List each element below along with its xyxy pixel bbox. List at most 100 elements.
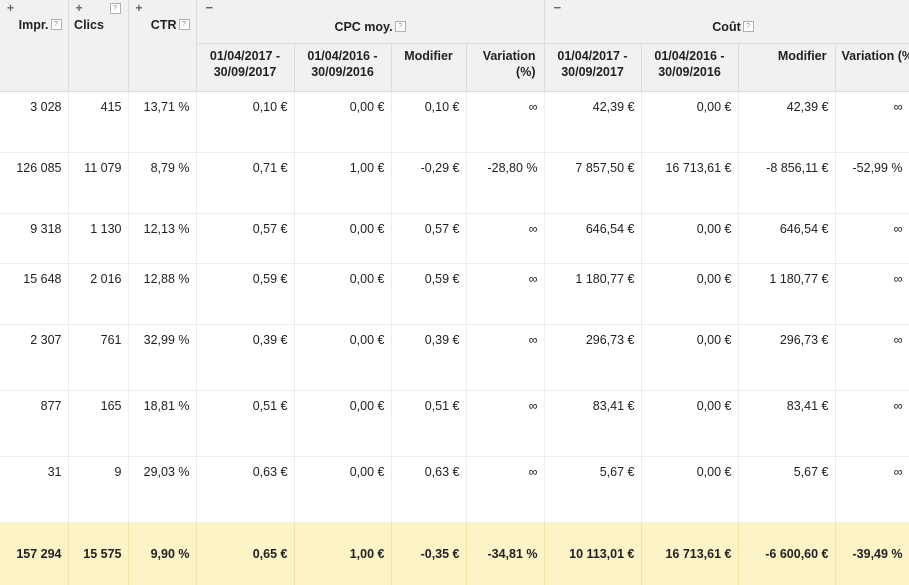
total-cout-variation: -39,49 % xyxy=(835,522,909,585)
cell-cout-modifier: 296,73 € xyxy=(738,324,836,391)
cell-cpc-variation: ∞ xyxy=(466,456,545,523)
total-cpc-period-2: 1,00 € xyxy=(294,522,392,585)
cell-cpc-variation: ∞ xyxy=(466,91,545,153)
cell-cpc-period-2: 0,00 € xyxy=(294,91,392,153)
cell-clics: 2 016 xyxy=(68,263,129,325)
stats-table: + Impr.? + Clics ? + CTR? − CPC moy.? − … xyxy=(0,0,909,585)
table-row: 9 318 1 130 12,13 % 0,57 € 0,00 € 0,57 €… xyxy=(0,213,909,264)
header-ctr[interactable]: + CTR? xyxy=(128,0,197,92)
cell-cout-period-1: 5,67 € xyxy=(544,456,642,523)
cell-cpc-period-2: 1,00 € xyxy=(294,152,392,214)
cell-cout-variation: ∞ xyxy=(835,91,909,153)
header-cpc-period-2[interactable]: 01/04/2016 - 30/09/2016 xyxy=(294,43,392,92)
header-label-impr: Impr. xyxy=(18,18,49,32)
cell-ctr: 12,13 % xyxy=(128,213,197,264)
cell-impr: 31 xyxy=(0,456,69,523)
table-row: 15 648 2 016 12,88 % 0,59 € 0,00 € 0,59 … xyxy=(0,263,909,325)
cell-ctr: 32,99 % xyxy=(128,324,197,391)
expand-icon[interactable]: + xyxy=(136,2,143,14)
header-label-cpc: CPC moy. xyxy=(334,20,393,34)
cell-cpc-modifier: -0,29 € xyxy=(391,152,467,214)
cell-cpc-variation: ∞ xyxy=(466,263,545,325)
cell-cpc-period-2: 0,00 € xyxy=(294,390,392,457)
table-row: 3 028 415 13,71 % 0,10 € 0,00 € 0,10 € ∞… xyxy=(0,91,909,153)
help-icon[interactable]: ? xyxy=(742,21,754,33)
header-cout-period-1[interactable]: 01/04/2017 - 30/09/2017 xyxy=(544,43,642,92)
total-cout-modifier: -6 600,60 € xyxy=(738,522,836,585)
cell-cout-period-1: 296,73 € xyxy=(544,324,642,391)
header-label-cout: Coût xyxy=(712,20,741,34)
cell-impr: 877 xyxy=(0,390,69,457)
cell-ctr: 13,71 % xyxy=(128,91,197,153)
collapse-icon[interactable]: − xyxy=(206,1,214,14)
cell-cpc-period-1: 0,10 € xyxy=(196,91,295,153)
header-label-ctr: CTR xyxy=(150,18,177,32)
expand-icon[interactable]: + xyxy=(7,2,14,14)
help-icon[interactable]: ? xyxy=(50,19,62,31)
cell-cout-modifier: 5,67 € xyxy=(738,456,836,523)
cell-clics: 165 xyxy=(68,390,129,457)
cell-cout-period-2: 0,00 € xyxy=(641,91,739,153)
total-impr: 157 294 xyxy=(0,522,69,585)
cell-cpc-period-1: 0,71 € xyxy=(196,152,295,214)
cell-cout-period-2: 16 713,61 € xyxy=(641,152,739,214)
header-clics[interactable]: + Clics ? xyxy=(68,0,129,92)
cell-impr: 9 318 xyxy=(0,213,69,264)
header-cpc-period-1[interactable]: 01/04/2017 - 30/09/2017 xyxy=(196,43,295,92)
cell-cout-period-1: 42,39 € xyxy=(544,91,642,153)
cell-cpc-modifier: 0,57 € xyxy=(391,213,467,264)
cell-cout-modifier: 1 180,77 € xyxy=(738,263,836,325)
table-row: 2 307 761 32,99 % 0,39 € 0,00 € 0,39 € ∞… xyxy=(0,324,909,391)
cell-clics: 1 130 xyxy=(68,213,129,264)
cell-cpc-variation: -28,80 % xyxy=(466,152,545,214)
help-icon[interactable]: ? xyxy=(394,21,406,33)
total-cpc-period-1: 0,65 € xyxy=(196,522,295,585)
cell-cpc-variation: ∞ xyxy=(466,324,545,391)
help-icon[interactable]: ? xyxy=(109,3,121,14)
cell-cout-period-1: 1 180,77 € xyxy=(544,263,642,325)
cell-cout-period-2: 0,00 € xyxy=(641,263,739,325)
header-impr[interactable]: + Impr.? xyxy=(0,0,69,92)
cell-impr: 3 028 xyxy=(0,91,69,153)
cell-cout-variation: -52,99 % xyxy=(835,152,909,214)
table-row: 31 9 29,03 % 0,63 € 0,00 € 0,63 € ∞ 5,67… xyxy=(0,456,909,523)
cell-cout-modifier: -8 856,11 € xyxy=(738,152,836,214)
cell-cout-variation: ∞ xyxy=(835,456,909,523)
header-group-cpc[interactable]: − CPC moy.? xyxy=(196,0,545,44)
cell-cpc-modifier: 0,10 € xyxy=(391,91,467,153)
expand-icon[interactable]: + xyxy=(76,2,83,14)
cell-ctr: 29,03 % xyxy=(128,456,197,523)
cell-clics: 11 079 xyxy=(68,152,129,214)
cell-cpc-period-1: 0,63 € xyxy=(196,456,295,523)
cell-cout-variation: ∞ xyxy=(835,263,909,325)
cell-ctr: 8,79 % xyxy=(128,152,197,214)
header-group-cout[interactable]: − Coût? xyxy=(544,0,909,44)
cell-cpc-variation: ∞ xyxy=(466,390,545,457)
header-cout-modifier[interactable]: Modifier xyxy=(738,43,836,92)
total-cpc-modifier: -0,35 € xyxy=(391,522,467,585)
cell-impr: 15 648 xyxy=(0,263,69,325)
cell-cpc-modifier: 0,51 € xyxy=(391,390,467,457)
header-cout-period-2[interactable]: 01/04/2016 - 30/09/2016 xyxy=(641,43,739,92)
cell-impr: 2 307 xyxy=(0,324,69,391)
total-ctr: 9,90 % xyxy=(128,522,197,585)
cell-ctr: 12,88 % xyxy=(128,263,197,325)
cell-clics: 415 xyxy=(68,91,129,153)
total-cpc-variation: -34,81 % xyxy=(466,522,545,585)
cell-cout-variation: ∞ xyxy=(835,324,909,391)
cell-cpc-period-1: 0,51 € xyxy=(196,390,295,457)
help-icon[interactable]: ? xyxy=(178,19,190,31)
cell-cpc-modifier: 0,59 € xyxy=(391,263,467,325)
total-clics: 15 575 xyxy=(68,522,129,585)
cell-cout-period-2: 0,00 € xyxy=(641,324,739,391)
collapse-icon[interactable]: − xyxy=(554,1,562,14)
cell-cout-period-1: 7 857,50 € xyxy=(544,152,642,214)
total-row: 157 294 15 575 9,90 % 0,65 € 1,00 € -0,3… xyxy=(0,522,909,585)
cell-cpc-modifier: 0,63 € xyxy=(391,456,467,523)
cell-cpc-period-1: 0,57 € xyxy=(196,213,295,264)
header-cout-variation[interactable]: Variation (%) xyxy=(835,43,909,92)
header-cpc-variation[interactable]: Variation (%) xyxy=(466,43,545,92)
header-cpc-modifier[interactable]: Modifier xyxy=(391,43,467,92)
cell-impr: 126 085 xyxy=(0,152,69,214)
cell-cout-variation: ∞ xyxy=(835,213,909,264)
